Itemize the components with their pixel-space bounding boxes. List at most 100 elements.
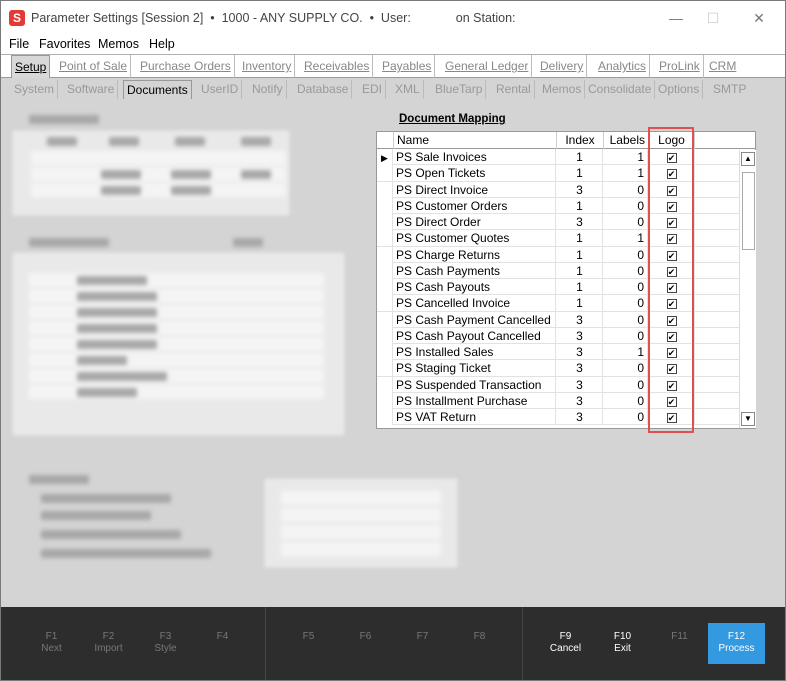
row-selector[interactable] — [377, 392, 393, 409]
tab-setup[interactable]: Setup — [11, 55, 51, 78]
tab-prolink[interactable]: ProLink — [656, 55, 704, 78]
maximize-icon[interactable]: ☐ — [698, 7, 728, 29]
fkey-f2-button[interactable]: F2 Import — [80, 631, 137, 655]
fkey-f1-button[interactable]: F1 Next — [23, 631, 80, 655]
subtab-memos[interactable]: Memos — [539, 80, 586, 99]
cell-name[interactable]: PS Direct Invoice — [394, 181, 556, 198]
table-row[interactable]: PS Cash Payouts 1 0 ✔ — [377, 279, 755, 296]
row-selector[interactable] — [377, 295, 393, 312]
cell-labels[interactable]: 1 — [604, 149, 648, 165]
column-header-labels[interactable]: Labels — [604, 132, 649, 149]
cell-labels[interactable]: 0 — [604, 311, 648, 328]
cell-labels[interactable]: 0 — [604, 327, 648, 344]
table-row[interactable]: PS Customer Quotes 1 1 ✔ — [377, 230, 755, 247]
cell-name[interactable]: PS Installment Purchase — [394, 392, 556, 409]
cell-index[interactable]: 1 — [557, 279, 603, 295]
tab-inventory[interactable]: Inventory — [239, 55, 296, 78]
cell-labels[interactable]: 1 — [604, 230, 648, 247]
fkey-f6-button[interactable]: F6 — [337, 631, 394, 643]
cell-index[interactable]: 1 — [557, 149, 603, 165]
subtab-documents[interactable]: Documents — [123, 80, 192, 99]
cell-labels[interactable]: 0 — [604, 360, 648, 377]
cell-index[interactable]: 3 — [557, 327, 603, 344]
tab-analytics[interactable]: Analytics — [595, 55, 651, 78]
row-selector[interactable] — [377, 279, 393, 295]
cell-index[interactable]: 1 — [557, 262, 603, 279]
fkey-f11-button[interactable]: F11 — [651, 631, 708, 643]
cell-name[interactable]: PS Customer Quotes — [394, 230, 556, 247]
row-selector[interactable] — [377, 197, 393, 214]
fkey-f8-button[interactable]: F8 — [451, 631, 508, 643]
row-selector[interactable] — [377, 246, 393, 263]
row-selector[interactable] — [377, 214, 393, 230]
row-selector[interactable] — [377, 327, 393, 344]
table-row[interactable]: ▶ PS Sale Invoices 1 1 ✔ — [377, 149, 755, 166]
fkey-f3-button[interactable]: F3 Style — [137, 631, 194, 655]
tab-delivery[interactable]: Delivery — [537, 55, 588, 78]
subtab-system[interactable]: System — [11, 80, 59, 99]
menu-favorites[interactable]: Favorites — [39, 37, 90, 51]
table-row[interactable]: PS Installed Sales 3 1 ✔ — [377, 344, 755, 361]
subtab-xml[interactable]: XML — [392, 80, 424, 99]
cell-labels[interactable]: 0 — [604, 197, 648, 214]
table-row[interactable]: PS Staging Ticket 3 0 ✔ — [377, 360, 755, 377]
cell-labels[interactable]: 0 — [604, 376, 648, 393]
table-row[interactable]: PS Cash Payment Cancelled 3 0 ✔ — [377, 311, 755, 328]
scroll-thumb[interactable] — [742, 172, 755, 250]
row-selector[interactable] — [377, 344, 393, 360]
fkey-f4-button[interactable]: F4 — [194, 631, 251, 643]
fkey-f5-button[interactable]: F5 — [280, 631, 337, 643]
cell-labels[interactable]: 0 — [604, 295, 648, 312]
tab-crm[interactable]: CRM — [706, 55, 739, 78]
subtab-edi[interactable]: EDI — [359, 80, 387, 99]
minimize-icon[interactable]: — — [661, 7, 691, 29]
cell-labels[interactable]: 0 — [604, 409, 648, 425]
row-selector[interactable] — [377, 181, 393, 198]
tab-receivables[interactable]: Receivables — [301, 55, 374, 78]
fkey-f12-button[interactable]: F12 Process — [708, 623, 765, 664]
cell-index[interactable]: 1 — [557, 230, 603, 247]
subtab-options[interactable]: Options — [655, 80, 704, 99]
table-row[interactable]: PS Cancelled Invoice 1 0 ✔ — [377, 295, 755, 312]
cell-index[interactable]: 1 — [557, 197, 603, 214]
cell-index[interactable]: 1 — [557, 165, 603, 182]
cell-index[interactable]: 3 — [557, 344, 603, 360]
cell-index[interactable]: 1 — [557, 246, 603, 263]
cell-name[interactable]: PS VAT Return — [394, 409, 556, 425]
cell-index[interactable]: 3 — [557, 360, 603, 377]
row-selector[interactable] — [377, 262, 393, 279]
cell-labels[interactable]: 0 — [604, 392, 648, 409]
table-row[interactable]: PS Open Tickets 1 1 ✔ — [377, 165, 755, 182]
subtab-rental[interactable]: Rental — [493, 80, 535, 99]
column-header-name[interactable]: Name — [394, 132, 557, 149]
tab-point-of-sale[interactable]: Point of Sale — [56, 55, 132, 78]
cell-name[interactable]: PS Cash Payouts — [394, 279, 556, 295]
cell-name[interactable]: PS Direct Order — [394, 214, 556, 230]
row-selector[interactable] — [377, 311, 393, 328]
table-row[interactable]: PS Charge Returns 1 0 ✔ — [377, 246, 755, 263]
cell-index[interactable]: 3 — [557, 392, 603, 409]
cell-name[interactable]: PS Installed Sales — [394, 344, 556, 360]
table-row[interactable]: PS Customer Orders 1 0 ✔ — [377, 197, 755, 214]
cell-name[interactable]: PS Staging Ticket — [394, 360, 556, 377]
tab-payables[interactable]: Payables — [379, 55, 436, 78]
subtab-userid[interactable]: UserID — [198, 80, 243, 99]
row-selector[interactable] — [377, 230, 393, 247]
cell-labels[interactable]: 0 — [604, 181, 648, 198]
row-selector[interactable] — [377, 165, 393, 182]
menu-memos[interactable]: Memos — [98, 37, 139, 51]
cell-labels[interactable]: 1 — [604, 165, 648, 182]
grid-scrollbar[interactable]: ▲ ▼ — [739, 150, 756, 428]
subtab-software[interactable]: Software — [64, 80, 119, 99]
table-row[interactable]: PS Cash Payout Cancelled 3 0 ✔ — [377, 327, 755, 344]
cell-name[interactable]: PS Charge Returns — [394, 246, 556, 263]
table-row[interactable]: PS Cash Payments 1 0 ✔ — [377, 262, 755, 279]
subtab-smtp[interactable]: SMTP — [710, 80, 749, 99]
cell-name[interactable]: PS Sale Invoices — [394, 149, 556, 165]
cell-index[interactable]: 3 — [557, 214, 603, 230]
cell-name[interactable]: PS Cash Payments — [394, 262, 556, 279]
subtab-consolidate[interactable]: Consolidate — [585, 80, 656, 99]
subtab-notify[interactable]: Notify — [249, 80, 287, 99]
cell-name[interactable]: PS Customer Orders — [394, 197, 556, 214]
cell-index[interactable]: 3 — [557, 311, 603, 328]
